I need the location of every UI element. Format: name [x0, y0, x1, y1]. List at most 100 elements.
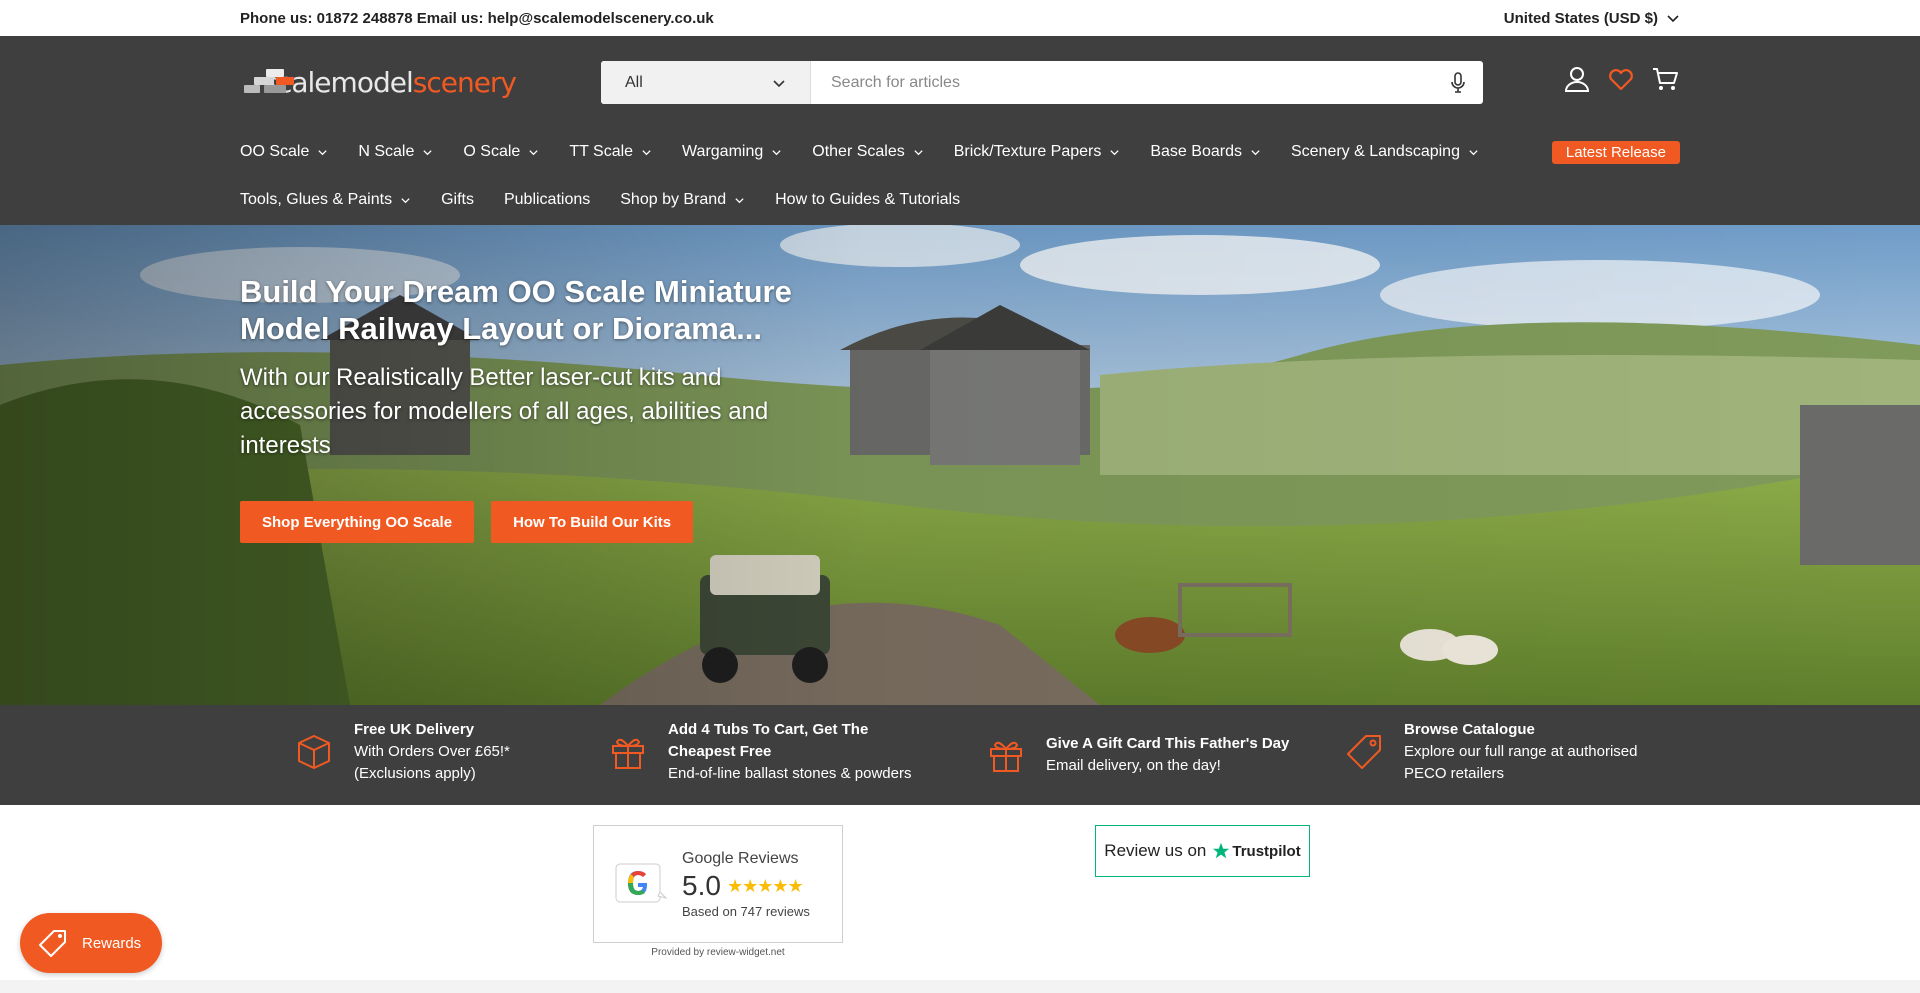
nav-item-n-scale[interactable]: N Scale	[358, 143, 433, 161]
site-header: scalemodelscenery All OO Scale N Scale O S…	[0, 36, 1920, 225]
latest-release-button[interactable]: Latest Release	[1551, 140, 1680, 164]
google-reviews-title: Google Reviews	[682, 850, 799, 867]
chevron-down-icon	[772, 149, 781, 155]
top-utility-bar: Phone us: 01872 248878 Email us: help@sc…	[0, 0, 1920, 36]
nav-row-secondary: Tools, Glues & Paints Gifts Publications Sh…	[240, 176, 1680, 224]
google-logo-icon	[615, 863, 668, 903]
tag-icon	[39, 930, 66, 957]
nav-item-label: Wargaming	[682, 143, 764, 160]
hero-title: Build Your Dream OO Scale Miniature Mode…	[240, 274, 792, 346]
wishlist-heart-icon[interactable]	[1606, 64, 1636, 94]
provided-by-link[interactable]: Provided by review-widget.net	[593, 947, 843, 958]
hero-subtitle: With our Realistically Better laser-cut …	[240, 364, 769, 459]
nav-item-oo-scale[interactable]: OO Scale	[240, 143, 328, 161]
usp-text: Explore our full range at authorised PEC…	[1404, 743, 1638, 782]
search-category-select[interactable]: All	[601, 61, 811, 104]
usp-text: End-of-line ballast stones & powders	[668, 765, 912, 782]
chevron-down-icon	[1469, 149, 1478, 155]
usp-strip: Free UK Delivery With Orders Over £65!* …	[0, 705, 1920, 805]
five-stars-icon: ★★★★★	[726, 875, 804, 896]
search-category-label: All	[625, 73, 643, 91]
chevron-down-icon	[1667, 15, 1679, 23]
nav-item-gifts[interactable]: Gifts	[441, 191, 474, 209]
chevron-down-icon	[1251, 149, 1260, 155]
chevron-down-icon	[1110, 149, 1119, 155]
how-to-build-button[interactable]: How To Build Our Kits	[491, 501, 694, 543]
chevron-down-icon	[423, 149, 433, 155]
currency-selector[interactable]: United States (USD $)	[1504, 10, 1680, 27]
google-score: 5.0	[682, 870, 721, 901]
usp-item-catalogue[interactable]: Browse Catalogue Explore our full range …	[1344, 719, 1674, 785]
gift-icon	[990, 741, 1022, 772]
trustpilot-label: Review us on	[1104, 841, 1207, 860]
nav-item-wargaming[interactable]: Wargaming	[682, 143, 782, 161]
usp-item-tubs[interactable]: Add 4 Tubs To Cart, Get The Cheapest Fre…	[608, 719, 948, 785]
site-logo[interactable]: scalemodelscenery	[240, 60, 517, 104]
nav-item-publications[interactable]: Publications	[504, 191, 590, 209]
trustpilot-review-button[interactable]: Review us on Trustpilot	[1095, 825, 1310, 877]
usp-title: Free UK Delivery	[354, 721, 475, 738]
search-input[interactable]	[811, 61, 1433, 104]
hero-banner: Build Your Dream OO Scale Miniature Mode…	[0, 225, 1920, 705]
nav-item-label: OO Scale	[240, 143, 310, 160]
currency-label: United States (USD $)	[1503, 9, 1658, 27]
nav-item-label: O Scale	[463, 143, 521, 160]
usp-text: Email delivery, on the day!	[1046, 757, 1221, 774]
nav-item-other-scales[interactable]: Other Scales	[812, 143, 923, 161]
page-bottom-section	[0, 980, 1920, 993]
box-icon	[298, 735, 330, 769]
nav-item-brick-texture-papers[interactable]: Brick/Texture Papers	[954, 143, 1121, 161]
logo-text: scalemodelscenery	[263, 65, 517, 99]
tag-icon	[1347, 735, 1381, 769]
nav-item-label: Shop by Brand	[620, 191, 727, 208]
account-icon[interactable]	[1562, 64, 1592, 94]
nav-item-scenery-landscaping[interactable]: Scenery & Landscaping	[1291, 143, 1479, 161]
rewards-label: Rewards	[82, 934, 142, 952]
google-reviews-widget[interactable]: Google Reviews 5.0 ★★★★★ Based on 747 re…	[593, 825, 843, 943]
chevron-down-icon	[914, 149, 923, 155]
usp-item-gift-card[interactable]: Give A Gift Card This Father's Day Email…	[986, 733, 1306, 777]
nav-item-label: How to Guides & Tutorials	[775, 191, 961, 208]
google-review-count: Based on 747 reviews	[682, 904, 810, 919]
nav-item-how-to-guides-tutorials[interactable]: How to Guides & Tutorials	[775, 191, 960, 209]
cart-icon[interactable]	[1650, 64, 1680, 94]
nav-item-base-boards[interactable]: Base Boards	[1150, 143, 1261, 161]
nav-item-o-scale[interactable]: O Scale	[463, 143, 539, 161]
nav-item-label: Gifts	[441, 191, 474, 208]
nav-row-primary: OO Scale N Scale O Scale TT Scale Wargaming O…	[240, 128, 1680, 176]
nav-item-label: Scenery & Landscaping	[1290, 143, 1460, 160]
trustpilot-logo: Trustpilot	[1212, 842, 1301, 860]
chevron-down-icon	[735, 197, 744, 203]
contact-info: Phone us: 01872 248878 Email us: help@sc…	[240, 9, 714, 27]
nav-item-tools-glues-paints[interactable]: Tools, Glues & Paints	[240, 191, 411, 209]
nav-item-shop-by-brand[interactable]: Shop by Brand	[620, 191, 745, 209]
chevron-down-icon	[529, 149, 538, 155]
nav-item-label: Brick/Texture Papers	[953, 143, 1102, 160]
nav-item-label: Tools, Glues & Paints	[240, 191, 393, 208]
search-bar: All	[601, 61, 1483, 104]
usp-title: Give A Gift Card This Father's Day	[1046, 735, 1290, 752]
chevron-down-icon	[401, 197, 410, 203]
nav-item-label: Publications	[503, 191, 591, 208]
main-navigation: OO Scale N Scale O Scale TT Scale Wargaming O…	[0, 128, 1920, 224]
nav-item-label: TT Scale	[569, 143, 634, 160]
trustpilot-star-icon	[1213, 842, 1230, 859]
chevron-down-icon	[318, 149, 327, 155]
nav-item-label: Base Boards	[1150, 143, 1242, 160]
google-rating: 5.0 ★★★★★	[682, 870, 804, 902]
nav-item-label: Other Scales	[812, 143, 905, 160]
nav-item-label: N Scale	[358, 143, 415, 160]
voice-search-button[interactable]	[1433, 61, 1483, 104]
nav-item-tt-scale[interactable]: TT Scale	[569, 143, 652, 161]
chevron-down-icon	[642, 149, 651, 155]
microphone-icon	[1451, 71, 1465, 93]
usp-text: With Orders Over £65!* (Exclusions apply…	[354, 743, 510, 782]
rewards-button[interactable]: Rewards	[20, 913, 162, 973]
chevron-down-icon	[773, 79, 785, 87]
usp-title: Add 4 Tubs To Cart, Get The Cheapest Fre…	[668, 721, 869, 760]
shop-oo-scale-button[interactable]: Shop Everything OO Scale	[240, 501, 475, 543]
logo-bricks-icon	[240, 67, 294, 97]
usp-title: Browse Catalogue	[1404, 721, 1535, 738]
gift-icon	[612, 738, 644, 769]
usp-item-delivery[interactable]: Free UK Delivery With Orders Over £65!* …	[294, 719, 564, 785]
